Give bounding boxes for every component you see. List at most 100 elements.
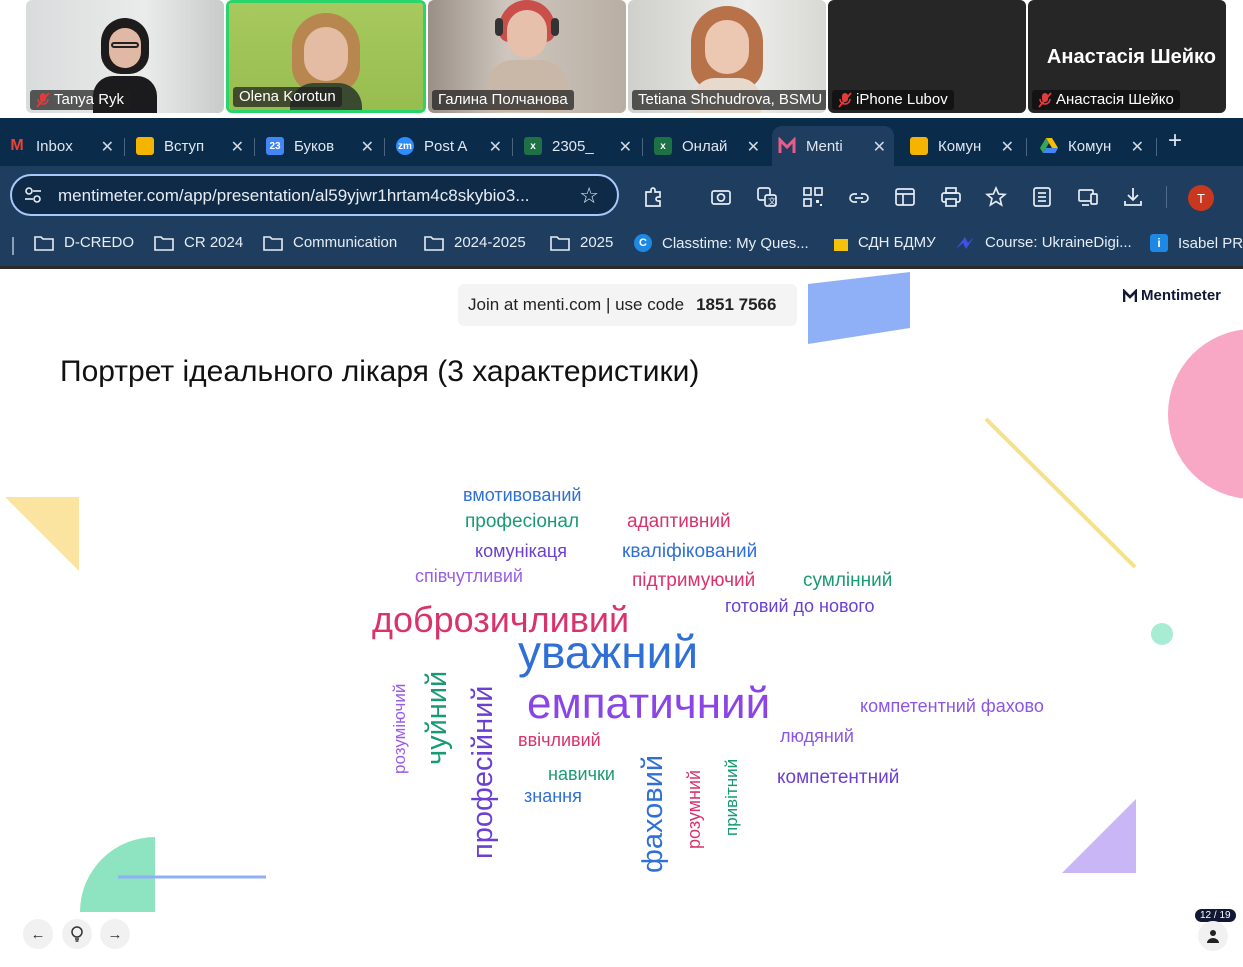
- participant-name: iPhone Lubov: [856, 91, 948, 108]
- arrow-right-icon: →: [107, 925, 123, 943]
- participant-name-tag: Olena Korotun: [233, 87, 342, 107]
- bookmark-course-ukrainedigi[interactable]: Course: UkraineDigi...: [955, 234, 1132, 251]
- bookmark-classtime[interactable]: C Classtime: My Ques...: [634, 234, 809, 252]
- bookmarks-separator: [12, 237, 14, 255]
- participant-name: Tetiana Shchudrova, BSMU: [638, 91, 823, 108]
- folder-icon: [263, 235, 283, 251]
- participant-name-tag: Галина Полчанова: [432, 90, 574, 110]
- arrow-left-icon: ←: [30, 925, 46, 943]
- presentation-slide: Join at menti.com | use code 1851 7566 M…: [3, 269, 1243, 967]
- browser-tab-bar: M Inbox ✕ Вступ ✕ 23 Буков ✕ zm Post A ✕…: [0, 118, 1243, 166]
- word-cloud-word: адаптивний: [627, 511, 731, 532]
- tab-vstup[interactable]: Вступ ✕: [130, 126, 252, 166]
- tab-menti[interactable]: Menti ✕: [772, 126, 894, 166]
- bookmark-label: СДН БДМУ: [858, 234, 936, 251]
- new-tab-button[interactable]: +: [1168, 127, 1182, 155]
- tab-label: Menti: [806, 137, 843, 155]
- tab-label: 2305_: [552, 137, 594, 155]
- gmail-icon: M: [10, 137, 24, 154]
- tab-label: Вступ: [164, 137, 205, 155]
- browser-toolbar: mentimeter.com/app/presentation/al59yjwr…: [0, 166, 1243, 224]
- close-icon[interactable]: ✕: [101, 137, 114, 157]
- person-icon: [1207, 930, 1219, 943]
- word-cloud-word: професіонал: [465, 511, 580, 532]
- tab-label: Post A: [424, 137, 468, 155]
- participant-tile-active-speaker[interactable]: Olena Korotun: [226, 0, 426, 113]
- profile-avatar[interactable]: T: [1188, 185, 1214, 211]
- reading-mode-icon[interactable]: [894, 186, 916, 208]
- screenshot-icon[interactable]: [710, 186, 732, 208]
- cast-device-icon[interactable]: [1077, 186, 1099, 208]
- drive-icon: [1040, 137, 1058, 155]
- slides-icon: [910, 137, 928, 155]
- previous-slide-button[interactable]: ←: [23, 919, 53, 949]
- tab-label: Онлай: [682, 137, 728, 155]
- reading-list-icon[interactable]: [1031, 186, 1053, 208]
- tab-komun-2[interactable]: Комун ✕: [1034, 126, 1152, 166]
- mentimeter-logo-icon: [1123, 288, 1137, 302]
- toolbar-separator: [1166, 186, 1167, 208]
- lightbulb-icon: [71, 926, 83, 942]
- folder-icon: [550, 235, 570, 251]
- qr-code-icon[interactable]: [802, 186, 824, 208]
- tab-post[interactable]: zm Post A ✕: [390, 126, 510, 166]
- translate-icon[interactable]: 文: [756, 186, 778, 208]
- close-icon[interactable]: ✕: [361, 137, 374, 157]
- bookmark-isabel-pro[interactable]: i Isabel PRO: [1150, 234, 1243, 252]
- bookmark-2025[interactable]: 2025: [550, 234, 613, 251]
- participant-tile[interactable]: Tetiana Shchudrova, BSMU: [628, 0, 826, 113]
- participant-tile[interactable]: Анастасія Шейко Анастасія Шейко: [1028, 0, 1226, 113]
- tab-komun-1[interactable]: Комун ✕: [904, 126, 1022, 166]
- slide-title: Портрет ідеального лікаря (3 характерист…: [60, 355, 700, 388]
- word-cloud-word: співчутливий: [415, 566, 523, 586]
- bookmark-d-credo[interactable]: D-CREDO: [34, 234, 134, 251]
- extensions-icon[interactable]: [642, 186, 664, 208]
- participant-tile[interactable]: Галина Полчанова: [428, 0, 626, 113]
- close-icon[interactable]: ✕: [873, 137, 886, 157]
- address-bar[interactable]: mentimeter.com/app/presentation/al59yjwr…: [10, 174, 619, 216]
- site-info-icon[interactable]: [24, 187, 42, 203]
- word-cloud-word: компетентний: [777, 767, 900, 788]
- close-icon[interactable]: ✕: [231, 137, 244, 157]
- bookmark-2024-2025[interactable]: 2024-2025: [424, 234, 526, 251]
- tab-label: Буков: [294, 137, 335, 155]
- word-cloud-word: уважний: [518, 626, 699, 678]
- link-icon[interactable]: [848, 186, 870, 208]
- favorites-icon[interactable]: [984, 185, 1008, 208]
- bookmark-sdn-bdmu[interactable]: СДН БДМУ: [834, 234, 936, 251]
- tab-separator: [1156, 138, 1157, 156]
- close-icon[interactable]: ✕: [1131, 137, 1144, 157]
- print-icon[interactable]: [940, 186, 962, 208]
- tab-2305[interactable]: x 2305_ ✕: [518, 126, 640, 166]
- sticky-note-icon: [834, 238, 848, 251]
- participant-name: Галина Полчанова: [438, 91, 568, 108]
- audience-button[interactable]: [1198, 921, 1228, 951]
- tab-inbox[interactable]: M Inbox ✕: [2, 126, 122, 166]
- bookmark-cr-2024[interactable]: CR 2024: [154, 234, 243, 251]
- download-icon[interactable]: [1122, 186, 1144, 208]
- participant-tile[interactable]: iPhone Lubov: [828, 0, 1026, 113]
- reactions-button[interactable]: [62, 919, 92, 949]
- join-text: Join at menti.com | use code: [468, 295, 685, 314]
- bookmark-star-icon[interactable]: ☆: [579, 183, 599, 209]
- folder-icon: [424, 235, 444, 251]
- close-icon[interactable]: ✕: [747, 137, 760, 157]
- close-icon[interactable]: ✕: [619, 137, 632, 157]
- mic-muted-icon: [36, 91, 50, 108]
- isabel-icon: i: [1150, 234, 1168, 252]
- participant-name: Tanya Ryk: [54, 91, 125, 108]
- tab-onlai[interactable]: x Онлай ✕: [648, 126, 768, 166]
- slide-counter: 12 / 19: [1195, 909, 1236, 922]
- word-cloud-word: сумлінний: [803, 570, 893, 591]
- tab-bukov[interactable]: 23 Буков ✕: [260, 126, 382, 166]
- url-text[interactable]: mentimeter.com/app/presentation/al59yjwr…: [58, 186, 563, 206]
- calendar-icon: 23: [266, 137, 284, 155]
- bookmark-communication[interactable]: Communication: [263, 234, 397, 251]
- word-cloud-word: кваліфікований: [622, 541, 758, 562]
- bookmark-label: D-CREDO: [64, 234, 134, 251]
- next-slide-button[interactable]: →: [100, 919, 130, 949]
- participant-tile[interactable]: Tanya Ryk: [26, 0, 224, 113]
- close-icon[interactable]: ✕: [1001, 137, 1014, 157]
- word-cloud-word: людяний: [780, 726, 854, 746]
- close-icon[interactable]: ✕: [489, 137, 502, 157]
